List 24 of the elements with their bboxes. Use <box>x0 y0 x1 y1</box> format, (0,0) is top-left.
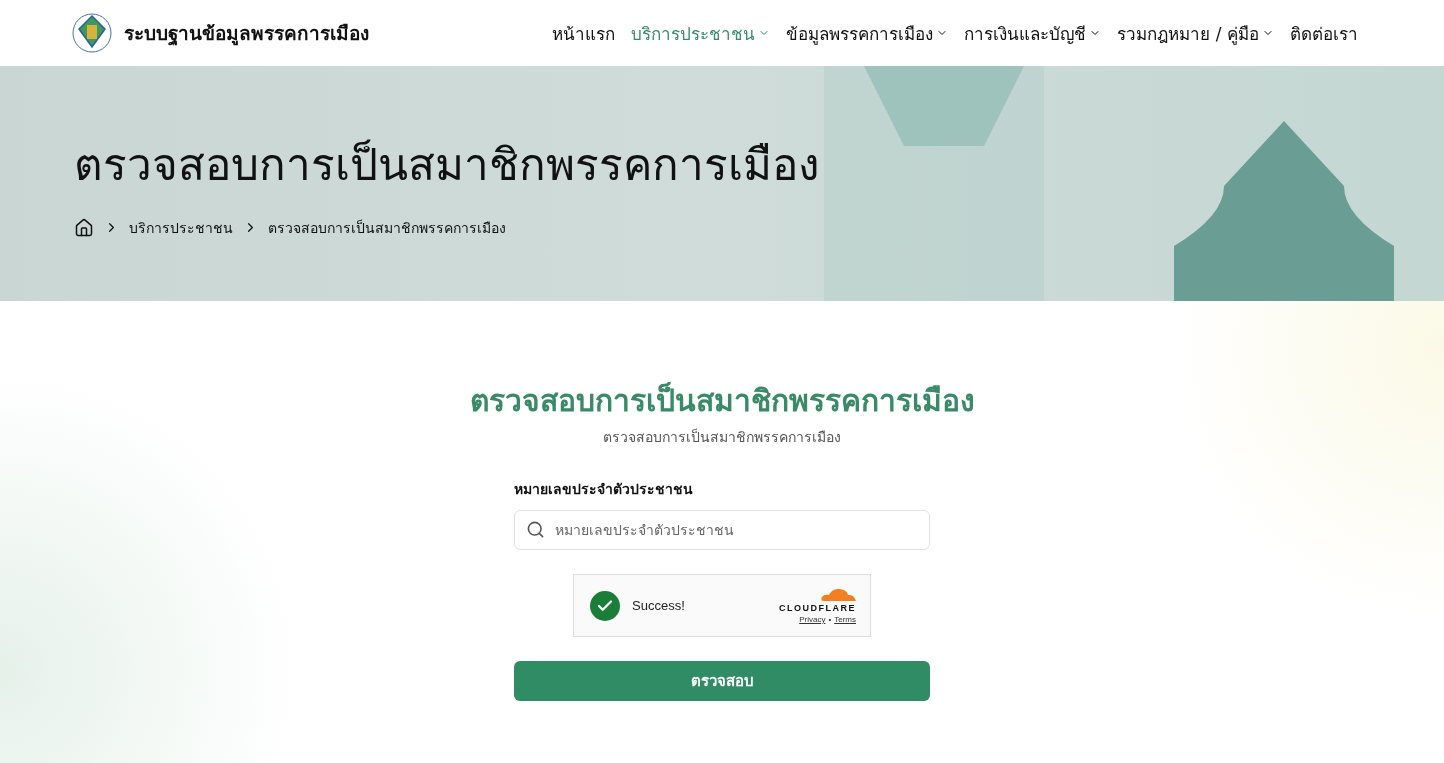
terms-link[interactable]: Terms <box>834 615 856 624</box>
id-number-field[interactable]: หมายเลขประจำตัวประชาชน <box>514 510 930 550</box>
site-title: ระบบฐานข้อมูลพรรคการเมือง <box>124 21 369 48</box>
brand-logo-text: CLOUDFLARE <box>779 603 856 613</box>
field-label: หมายเลขประจำตัวประชาชน <box>514 480 694 499</box>
form-subtitle: ตรวจสอบการเป็นสมาชิกพรรคการเมือง <box>603 427 841 447</box>
nav-link[interactable]: ข้อมูลพรรคการเมือง <box>786 19 949 47</box>
separator-text: • <box>828 615 832 624</box>
submit-button[interactable]: ตรวจสอบ <box>514 661 930 701</box>
breadcrumb-current: ตรวจสอบการเป็นสมาชิกพรรคการเมือง <box>268 218 506 238</box>
form-title: ตรวจสอบการเป็นสมาชิกพรรคการเมือง <box>469 381 975 420</box>
home-icon[interactable] <box>74 217 94 238</box>
nav-link[interactable]: หน้าแรก <box>552 19 616 47</box>
nav-link[interactable]: บริการประชาชน <box>631 19 771 47</box>
privacy-link[interactable]: Privacy <box>799 615 826 624</box>
cloud-icon <box>820 587 856 601</box>
search-icon <box>526 520 545 539</box>
nav-link[interactable]: รวมกฎหมาย / คู่มือ <box>1117 19 1274 47</box>
nav-link[interactable]: การเงินและบัญชี <box>964 19 1102 47</box>
page-title: ตรวจสอบการเป็นสมาชิกพรรคการเมือง <box>74 137 820 192</box>
breadcrumb-link[interactable]: บริการประชาชน <box>129 216 233 239</box>
captcha-status: Success! <box>632 598 686 613</box>
emblem-logo <box>72 13 112 53</box>
nav-link[interactable]: ติดต่อเรา <box>1290 19 1358 47</box>
